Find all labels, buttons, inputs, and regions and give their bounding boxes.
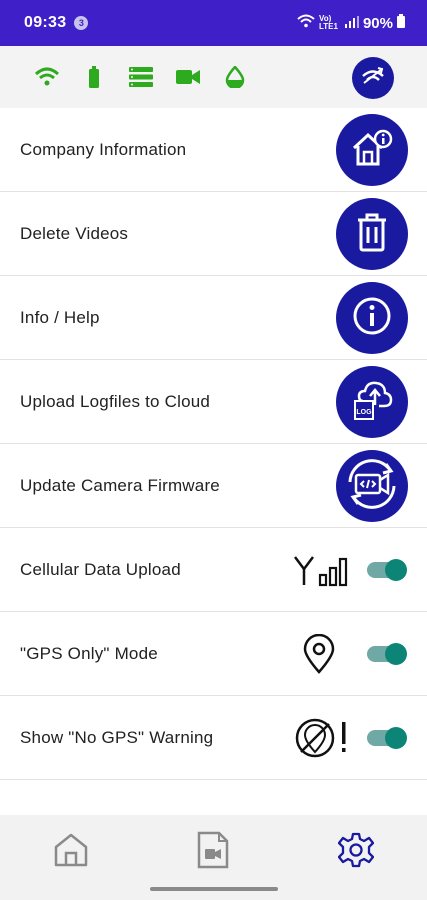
company-info-icon	[350, 128, 394, 173]
svg-text:LOG: LOG	[356, 409, 372, 416]
battery-icon	[81, 64, 107, 90]
row-label: Cellular Data Upload	[20, 559, 181, 579]
gear-icon	[337, 832, 374, 873]
row-label: Info / Help	[20, 307, 100, 327]
battery-percent: 90%	[362, 14, 393, 32]
water-drop-icon	[222, 64, 248, 90]
toggle-thumb	[385, 643, 407, 665]
video-file-icon	[197, 831, 229, 874]
cellular-data-upload-toggle[interactable]	[367, 559, 407, 581]
nav-videos[interactable]	[183, 831, 243, 874]
storage-icon	[128, 64, 154, 90]
upload-logfiles-row[interactable]: Upload Logfiles to Cloud LOG	[0, 360, 427, 444]
gesture-handle[interactable]	[150, 887, 278, 891]
company-information-button[interactable]	[336, 114, 408, 186]
camera-icon	[175, 64, 201, 90]
wifi-status-icon	[297, 14, 315, 32]
network-label: Vo) LTE1	[318, 14, 338, 31]
gps-only-mode-toggle[interactable]	[367, 643, 407, 665]
battery-status-icon	[397, 14, 405, 32]
notification-badge: 3	[74, 16, 89, 30]
info-help-button[interactable]	[336, 282, 408, 354]
wifi-icon	[34, 64, 60, 90]
device-status-bar	[0, 46, 427, 108]
location-pin-icon	[289, 628, 349, 680]
delete-videos-button[interactable]	[336, 198, 408, 270]
row-label: Update Camera Firmware	[20, 475, 220, 495]
toggle-thumb	[385, 559, 407, 581]
info-icon	[352, 296, 392, 341]
no-gps-warning-toggle[interactable]	[367, 727, 407, 749]
firmware-update-icon	[342, 454, 402, 519]
cellular-data-upload-row: Cellular Data Upload	[0, 528, 427, 612]
status-bar: 09:33 3 Vo) LTE1 90%	[0, 0, 427, 46]
trash-icon	[354, 212, 390, 257]
row-label: Delete Videos	[20, 223, 129, 243]
toggle-thumb	[385, 727, 407, 749]
no-gps-warning-row: Show "No GPS" Warning	[0, 696, 427, 780]
settings-list: Company Information Delete Videos Info /…	[0, 108, 427, 780]
gps-only-mode-row: "GPS Only" Mode	[0, 612, 427, 696]
delete-videos-row[interactable]: Delete Videos	[0, 192, 427, 276]
upload-logfiles-button[interactable]: LOG	[336, 366, 408, 438]
home-icon	[53, 832, 89, 873]
company-information-row[interactable]: Company Information	[0, 108, 427, 192]
cellular-signal-icon	[293, 544, 353, 596]
update-firmware-row[interactable]: Update Camera Firmware	[0, 444, 427, 528]
status-time: 09:33	[24, 14, 67, 31]
nav-settings[interactable]	[326, 832, 386, 872]
signal-status-icon	[344, 15, 359, 32]
row-label: "GPS Only" Mode	[20, 643, 158, 663]
cloud-upload-icon: LOG	[349, 379, 395, 426]
sync-button[interactable]	[352, 57, 394, 99]
update-firmware-button[interactable]	[336, 450, 408, 522]
no-gps-warning-icon	[293, 712, 353, 764]
row-label: Company Information	[20, 139, 187, 159]
info-help-row[interactable]: Info / Help	[0, 276, 427, 360]
row-label: Upload Logfiles to Cloud	[20, 391, 211, 411]
sync-icon	[360, 66, 386, 91]
row-label: Show "No GPS" Warning	[20, 727, 214, 747]
nav-home[interactable]	[41, 832, 101, 872]
